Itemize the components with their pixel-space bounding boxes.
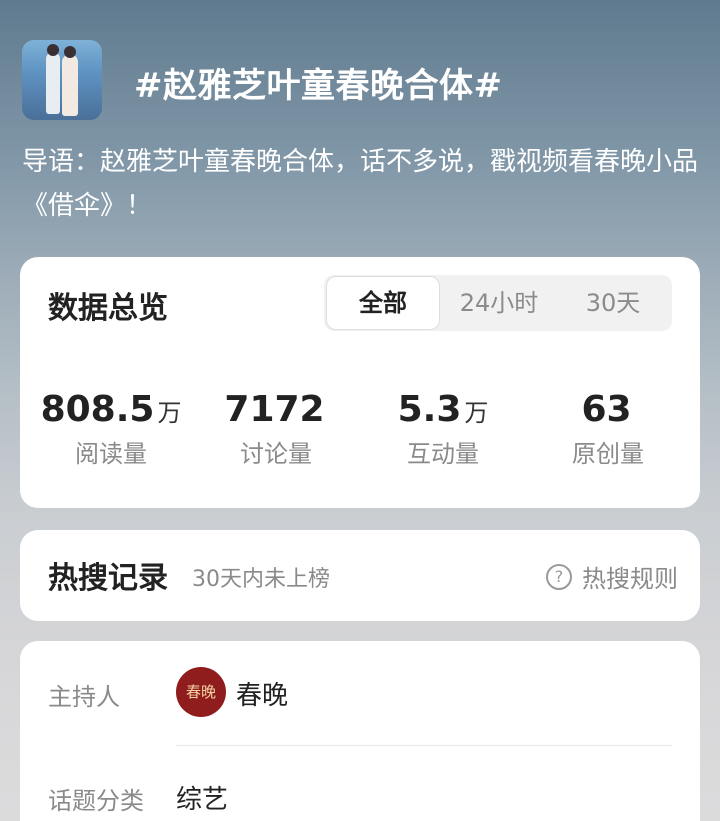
metric-unit: 万	[157, 399, 182, 427]
metric-reads: 808.5 万 阅读量	[26, 389, 196, 469]
topic-title: #赵雅芝叶童春晚合体#	[134, 66, 503, 106]
hot-search-rules-label: 热搜规则	[582, 565, 678, 593]
hot-search-status: 30天内未上榜	[192, 567, 330, 592]
metric-value: 63	[581, 389, 632, 430]
thumbnail-figure	[62, 54, 78, 116]
host-name[interactable]: 春晚	[236, 675, 288, 712]
thumbnail-figure-head	[64, 46, 76, 58]
thumbnail-figure-head	[47, 44, 59, 56]
metric-label: 原创量	[572, 440, 644, 468]
question-circle-icon: ?	[546, 563, 572, 590]
tab-all[interactable]: 全部	[326, 276, 440, 330]
metric-value: 808.5	[40, 389, 155, 430]
thumbnail-figure	[46, 52, 60, 114]
topic-intro: 导语：赵雅芝叶童春晚合体，话不多说，戳视频看春晚小品《借伞》！	[22, 147, 699, 221]
metric-unit: 万	[464, 399, 489, 427]
hot-search-title: 热搜记录	[48, 561, 168, 596]
metric-label: 互动量	[407, 440, 479, 468]
metric-interactions: 5.3 万 互动量	[358, 389, 528, 469]
host-avatar[interactable]: 春晚	[176, 667, 226, 717]
data-overview-card: 数据总览 全部 24小时 30天 808.5 万 阅读量 7172 讨论量 5.3…	[20, 257, 700, 508]
time-range-tabs: 全部 24小时 30天	[324, 275, 672, 331]
divider	[176, 745, 672, 746]
metric-label: 讨论量	[240, 440, 312, 468]
topic-header: #赵雅芝叶童春晚合体#	[22, 40, 702, 120]
metric-value: 5.3	[397, 389, 462, 430]
metric-value: 7172	[224, 389, 325, 430]
topic-info-card: 主持人 春晚 春晚 话题分类 综艺	[20, 641, 700, 821]
metric-label: 阅读量	[75, 440, 147, 468]
topic-thumbnail[interactable]	[22, 40, 102, 120]
tab-24h[interactable]: 24小时	[440, 275, 558, 331]
category-label: 话题分类	[48, 787, 144, 815]
host-label: 主持人	[48, 683, 120, 711]
data-overview-title: 数据总览	[48, 291, 168, 326]
tab-30d[interactable]: 30天	[558, 275, 668, 331]
metric-discussions: 7172 讨论量	[191, 389, 361, 469]
metric-originals: 63 原创量	[523, 389, 693, 469]
hot-search-rules-link[interactable]: ? 热搜规则	[546, 559, 678, 594]
category-value: 综艺	[176, 785, 229, 815]
hot-search-card: 热搜记录 30天内未上榜 ? 热搜规则	[20, 530, 700, 621]
